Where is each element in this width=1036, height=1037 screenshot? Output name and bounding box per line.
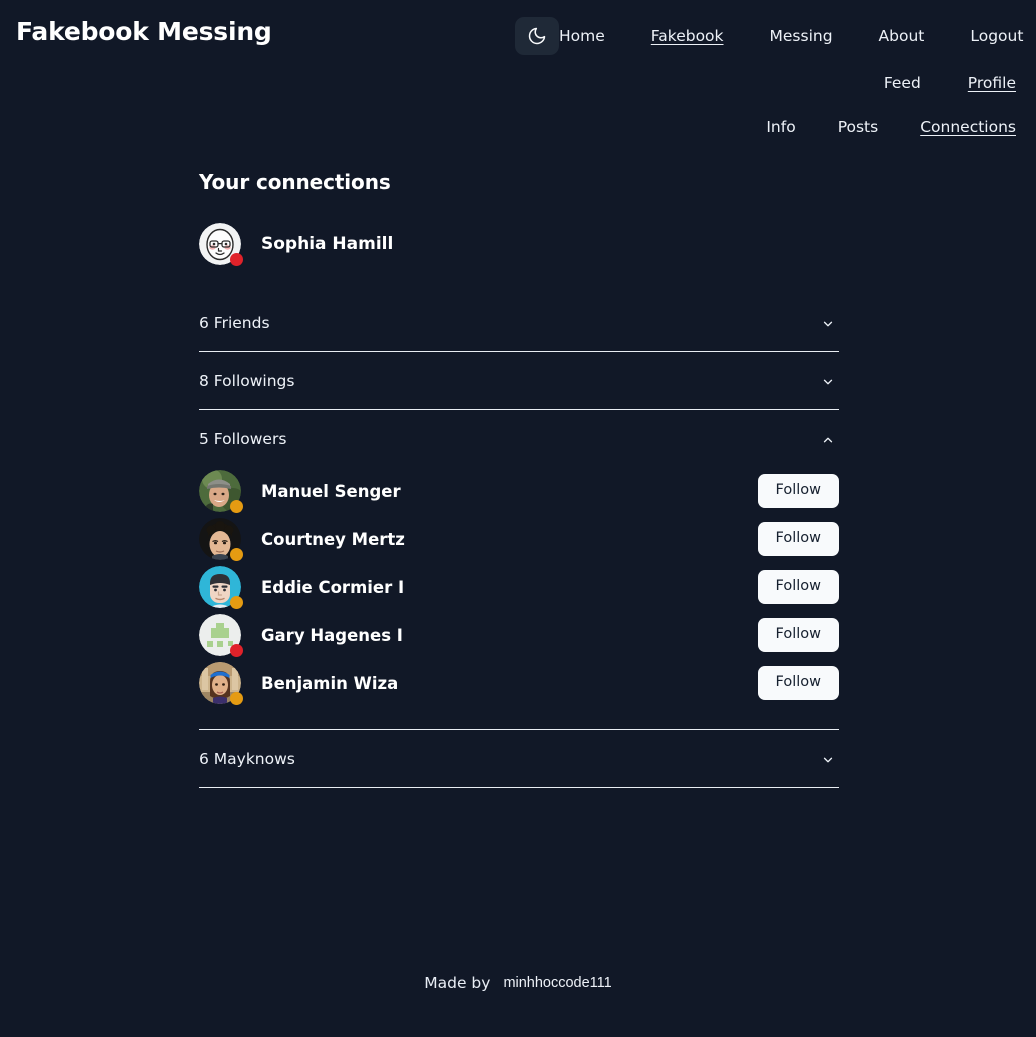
primary-nav: Home Fakebook Messing About Logout [515,17,1023,55]
connections-panel: Your connections Sophia Hamill 6 Friends… [199,170,839,788]
accordion-header-followings[interactable]: 8 Followings [199,352,839,409]
status-badge [230,596,243,609]
list-item-name: Manuel Senger [261,481,401,501]
nav-link-connections[interactable]: Connections [920,117,1016,137]
nav-link-messing[interactable]: Messing [770,26,833,46]
nav-link-profile[interactable]: Profile [968,73,1016,93]
follow-button[interactable]: Follow [757,666,839,700]
accordion-mayknows: 6 Mayknows [199,730,839,788]
chevron-up-icon [821,432,835,446]
avatar [199,662,243,705]
follow-button[interactable]: Follow [757,474,839,508]
list-item-name: Courtney Mertz [261,529,405,549]
chevron-down-icon [821,374,835,388]
primary-nav-links: Home Fakebook Messing About Logout [559,26,1027,46]
status-badge [230,692,243,705]
avatar [199,223,243,266]
list-item: Gary Hagenes I Follow [199,611,839,659]
app-root: Fakebook Messing Home Fakebook Messing A… [0,0,1036,1037]
dark-mode-toggle-button[interactable] [515,17,559,55]
accordion-friends: 6 Friends [199,294,839,352]
list-item-name: Gary Hagenes I [261,625,403,645]
accordion-label-followers: 5 Followers [199,429,287,448]
follow-button[interactable]: Follow [757,618,839,652]
accordion-followers: 5 Followers Manuel Senger Follow Courtne… [199,410,839,730]
list-item: Courtney Mertz Follow [199,515,839,563]
status-badge [230,548,243,561]
secondary-nav: Feed Profile [884,73,1016,93]
footer-author-link[interactable]: minhhoccode111 [503,975,611,991]
accordion-header-followers[interactable]: 5 Followers [199,410,839,467]
moon-icon [527,26,547,46]
accordion-header-mayknows[interactable]: 6 Mayknows [199,730,839,787]
nav-link-posts[interactable]: Posts [838,117,879,137]
avatar [199,518,243,561]
accordion-label-mayknows: 6 Mayknows [199,749,295,768]
list-item: Benjamin Wiza Follow [199,659,839,707]
status-badge [230,500,243,513]
avatar [199,566,243,609]
follow-button[interactable]: Follow [757,522,839,556]
status-badge [230,644,243,657]
nav-link-home[interactable]: Home [559,26,605,46]
footer: Made by minhhoccode111 [0,974,1036,992]
page-title: Your connections [199,170,391,194]
follow-button[interactable]: Follow [757,570,839,604]
nav-link-logout[interactable]: Logout [970,26,1023,46]
list-item: Manuel Senger Follow [199,467,839,515]
app-title: Fakebook Messing [16,17,272,46]
accordion-label-followings: 8 Followings [199,371,295,390]
chevron-down-icon [821,752,835,766]
accordion-followings: 8 Followings [199,352,839,410]
nav-link-info[interactable]: Info [766,117,795,137]
nav-link-fakebook[interactable]: Fakebook [651,26,724,46]
avatar [199,470,243,513]
tertiary-nav: Info Posts Connections [766,117,1016,137]
accordion-header-friends[interactable]: 6 Friends [199,294,839,351]
profile-owner-row[interactable]: Sophia Hamill [199,223,839,266]
accordion-label-friends: 6 Friends [199,313,270,332]
list-bottom-spacer [199,707,839,729]
status-badge [230,253,243,266]
accordion-body-followers: Manuel Senger Follow Courtney Mertz Foll… [199,467,839,729]
chevron-down-icon [821,316,835,330]
profile-owner-name: Sophia Hamill [261,234,394,254]
nav-link-feed[interactable]: Feed [884,73,921,93]
nav-link-about[interactable]: About [879,26,925,46]
list-item: Eddie Cormier I Follow [199,563,839,611]
avatar [199,614,243,657]
list-item-name: Eddie Cormier I [261,577,405,597]
footer-made-by-label: Made by [424,974,491,992]
list-item-name: Benjamin Wiza [261,673,399,693]
